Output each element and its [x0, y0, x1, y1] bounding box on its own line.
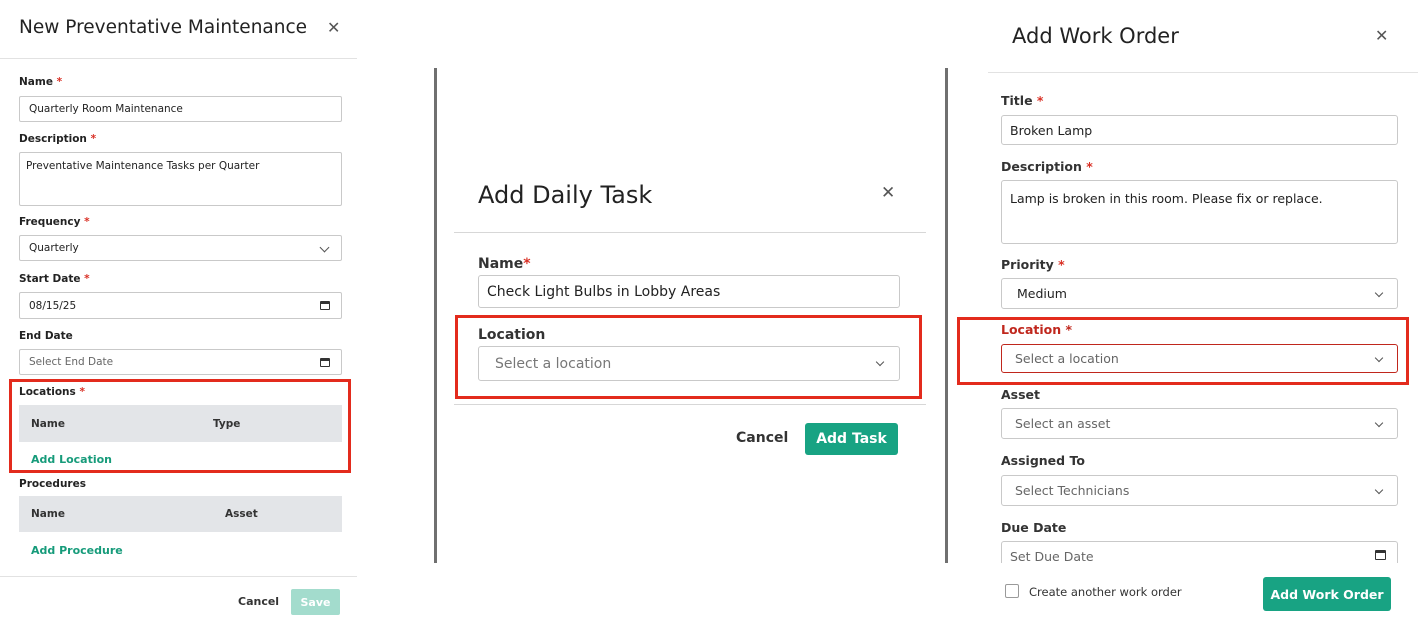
wo-title-label-text: Title — [1001, 93, 1033, 108]
panel-divider-right — [945, 68, 948, 563]
pm-start-date-value: 08/15/25 — [29, 299, 77, 312]
wo-priority-select[interactable]: Medium — [1001, 278, 1398, 309]
pm-procedures-label: Procedures — [19, 478, 86, 490]
required-mark: * — [56, 76, 63, 88]
required-mark: * — [84, 273, 90, 285]
required-mark: * — [1036, 93, 1044, 108]
locations-highlight-box — [9, 379, 351, 473]
pm-name-label: Name * — [19, 76, 62, 88]
calendar-icon[interactable] — [1375, 550, 1386, 560]
panel-divider-left — [434, 68, 437, 563]
wo-assigned-to-label: Assigned To — [1001, 453, 1085, 468]
calendar-icon[interactable] — [320, 358, 330, 367]
pm-footer-divider — [0, 576, 357, 577]
wo-priority-value: Medium — [1017, 286, 1067, 301]
pm-save-button[interactable]: Save — [291, 589, 340, 615]
daily-task-close-icon[interactable]: ✕ — [881, 185, 895, 202]
pm-start-date-label: Start Date * — [19, 273, 90, 285]
location-highlight-box — [957, 317, 1409, 385]
wo-title-input[interactable]: Broken Lamp — [1001, 115, 1398, 145]
column-header-asset: Asset — [225, 508, 258, 520]
chevron-down-icon — [1374, 418, 1384, 428]
wo-title-value: Broken Lamp — [1010, 122, 1093, 138]
pm-name-input[interactable]: Quarterly Room Maintenance — [19, 96, 342, 122]
pm-name-label-text: Name — [19, 76, 53, 88]
wo-asset-placeholder: Select an asset — [1015, 416, 1111, 431]
required-mark: * — [84, 216, 90, 228]
wo-description-label-text: Description — [1001, 159, 1082, 174]
add-work-order-button[interactable]: Add Work Order — [1263, 577, 1391, 611]
work-order-title: Add Work Order — [1012, 24, 1179, 48]
daily-task-cancel-button[interactable]: Cancel — [736, 430, 788, 446]
location-highlight-box — [455, 315, 922, 399]
pm-header-divider — [0, 58, 357, 59]
pm-end-date-label-text: End Date — [19, 330, 73, 342]
create-another-label: Create another work order — [1029, 585, 1182, 599]
daily-task-name-value: Check Light Bulbs in Lobby Areas — [487, 283, 721, 300]
required-mark: * — [1058, 257, 1065, 272]
pm-frequency-value: Quarterly — [29, 242, 79, 254]
work-order-close-icon[interactable]: ✕ — [1375, 28, 1388, 44]
pm-frequency-select[interactable]: Quarterly — [19, 235, 342, 261]
wo-due-date-placeholder: Set Due Date — [1010, 549, 1094, 564]
daily-task-footer-divider — [454, 404, 926, 405]
pm-start-date-input[interactable]: 08/15/25 — [19, 292, 342, 319]
daily-task-name-label-text: Name — [478, 256, 524, 272]
chevron-down-icon — [1374, 288, 1384, 298]
pm-title: New Preventative Maintenance — [19, 17, 308, 38]
pm-frequency-label-text: Frequency — [19, 216, 81, 228]
pm-end-date-placeholder: Select End Date — [29, 356, 114, 368]
chevron-down-icon — [1374, 485, 1384, 495]
wo-due-date-input[interactable]: Set Due Date — [1001, 541, 1398, 564]
pm-end-date-input[interactable]: Select End Date — [19, 349, 342, 375]
calendar-icon[interactable] — [320, 301, 330, 310]
required-mark: * — [1086, 159, 1093, 174]
wo-title-label: Title * — [1001, 93, 1043, 108]
daily-task-header-divider — [454, 232, 926, 233]
pm-name-value: Quarterly Room Maintenance — [29, 103, 183, 115]
wo-asset-select[interactable]: Select an asset — [1001, 408, 1398, 439]
pm-frequency-label: Frequency * — [19, 216, 90, 228]
wo-due-date-label: Due Date — [1001, 520, 1067, 535]
pm-end-date-label: End Date — [19, 330, 73, 342]
required-mark: * — [523, 256, 531, 272]
chevron-down-icon — [319, 242, 330, 253]
add-procedure-link[interactable]: Add Procedure — [31, 544, 123, 557]
work-order-header-divider — [988, 72, 1418, 73]
create-another-checkbox[interactable] — [1005, 584, 1019, 598]
wo-asset-label: Asset — [1001, 387, 1041, 402]
daily-task-name-label: Name* — [478, 256, 531, 272]
wo-description-textarea[interactable]: Lamp is broken in this room. Please fix … — [1001, 180, 1398, 244]
pm-description-textarea[interactable]: Preventative Maintenance Tasks per Quart… — [19, 152, 342, 206]
pm-description-value: Preventative Maintenance Tasks per Quart… — [26, 160, 260, 172]
add-task-button[interactable]: Add Task — [805, 423, 898, 455]
wo-priority-label-text: Priority — [1001, 257, 1054, 272]
daily-task-title: Add Daily Task — [478, 181, 653, 209]
required-mark: * — [90, 133, 97, 145]
pm-procedures-table-header: Name Asset — [19, 496, 342, 532]
pm-description-label: Description * — [19, 133, 96, 145]
wo-assigned-to-select[interactable]: Select Technicians — [1001, 475, 1398, 506]
pm-cancel-button[interactable]: Cancel — [238, 595, 279, 608]
pm-close-icon[interactable]: ✕ — [327, 20, 340, 36]
wo-description-label: Description * — [1001, 159, 1093, 174]
wo-description-value: Lamp is broken in this room. Please fix … — [1010, 191, 1323, 206]
column-header-name: Name — [31, 508, 65, 520]
wo-assigned-to-placeholder: Select Technicians — [1015, 483, 1130, 498]
wo-priority-label: Priority * — [1001, 257, 1065, 272]
pm-description-label-text: Description — [19, 133, 87, 145]
pm-procedures-label-text: Procedures — [19, 478, 86, 490]
pm-start-date-label-text: Start Date — [19, 273, 81, 285]
daily-task-name-input[interactable]: Check Light Bulbs in Lobby Areas — [478, 275, 900, 308]
